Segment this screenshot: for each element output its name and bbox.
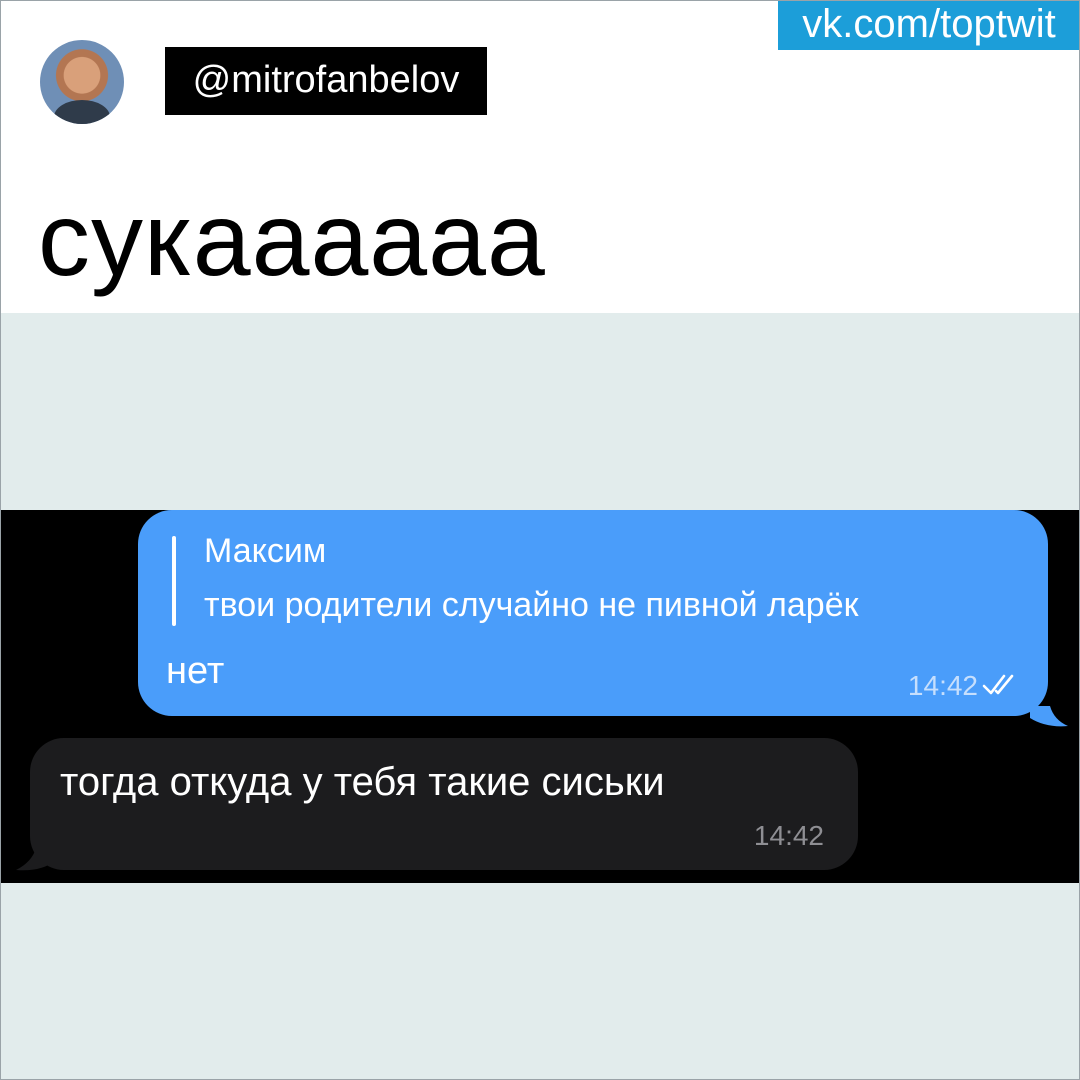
outgoing-message-bubble[interactable]: Максим твои родители случайно не пивной … xyxy=(138,510,1048,716)
outgoing-bubble-tail xyxy=(1030,706,1068,727)
incoming-bubble-tail xyxy=(16,848,56,871)
incoming-message-text: тогда откуда у тебя такие сиськи xyxy=(60,760,665,804)
avatar[interactable] xyxy=(40,40,124,124)
double-check-icon xyxy=(982,674,1014,695)
outgoing-message-time: 14:42 xyxy=(907,670,978,701)
user-handle[interactable]: @mitrofanbelov xyxy=(165,47,487,115)
incoming-message-time: 14:42 xyxy=(753,820,824,851)
reply-quoted-text: твои родители случайно не пивной ларёк xyxy=(204,586,859,624)
chat-screenshot: Максим твои родители случайно не пивной … xyxy=(0,510,1080,883)
tweet-text: сукаааааа xyxy=(38,182,546,298)
reply-quote-bar xyxy=(172,536,176,626)
incoming-message-bubble[interactable]: тогда откуда у тебя такие сиськи 14:42 xyxy=(30,738,858,870)
outgoing-message-text: нет xyxy=(166,650,225,692)
reply-author-name: Максим xyxy=(204,532,327,570)
source-tag[interactable]: vk.com/toptwit xyxy=(778,0,1080,50)
